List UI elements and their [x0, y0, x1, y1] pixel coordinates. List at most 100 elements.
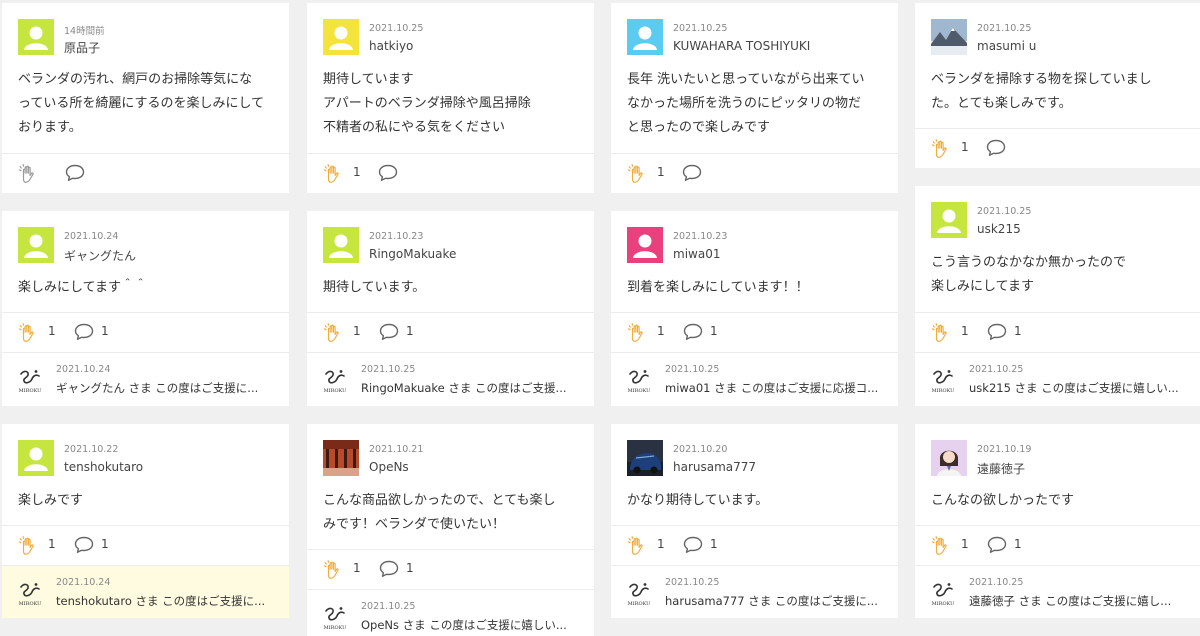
clap-icon[interactable] — [931, 535, 953, 557]
comment-text: 長年 洗いたいと思っていながら出来てい なかった場所を洗うのにピッタリの物だ と思っ… — [627, 72, 865, 135]
clap-count: 1 — [353, 324, 361, 338]
user-name[interactable]: 遠藤徳子 — [977, 460, 1025, 477]
post-date: 14時間前 — [64, 26, 105, 37]
user-avatar[interactable] — [627, 227, 663, 263]
user-name[interactable]: OpeNs — [369, 460, 409, 474]
post-date: 2021.10.25 — [369, 23, 424, 34]
comment-actions: 1 — [915, 128, 1200, 168]
user-name[interactable]: harusama777 — [673, 460, 756, 474]
comment-text: こう言うのなかなか無かったので 楽しみにしてます — [931, 255, 1127, 294]
comment-card: 2021.10.23 RingoMakuake 期待しています。 1 1 MIR… — [307, 211, 594, 406]
user-name[interactable]: 原品子 — [64, 39, 100, 56]
owner-reply[interactable]: MIROKU 2021.10.25 RingoMakuake さま この度はご支… — [307, 352, 594, 406]
user-avatar[interactable] — [627, 440, 663, 476]
comment-card: 2021.10.25 hatkiyo 期待しています アパートのベランダ掃除や風呂… — [307, 3, 594, 193]
clap-icon[interactable] — [323, 559, 345, 581]
user-name[interactable]: masumi u — [977, 39, 1036, 53]
comment-text: こんなの欲しかったです — [931, 493, 1075, 508]
user-avatar[interactable] — [18, 440, 54, 476]
reply-date: 2021.10.25 — [969, 577, 1024, 588]
owner-reply[interactable]: MIROKU 2021.10.25 usk215 さま この度はご支援に嬉しい.… — [915, 352, 1200, 406]
user-name[interactable]: usk215 — [977, 222, 1021, 236]
owner-reply[interactable]: MIROKU 2021.10.25 harusama777 さま この度はご支援… — [611, 565, 898, 618]
comment-actions: 1 1 — [915, 312, 1200, 352]
user-avatar[interactable] — [931, 19, 967, 55]
user-name[interactable]: hatkiyo — [369, 39, 413, 53]
owner-reply[interactable]: MIROKU 2021.10.24 tenshokutaro さま この度はご支… — [2, 565, 289, 618]
user-name[interactable]: tenshokutaro — [64, 460, 143, 474]
reply-text: OpeNs さま この度はご支援に嬉しい... — [361, 618, 567, 632]
clap-icon[interactable] — [18, 163, 40, 185]
owner-reply[interactable]: MIROKU 2021.10.25 OpeNs さま この度はご支援に嬉しい..… — [307, 589, 594, 636]
post-date: 2021.10.25 — [673, 23, 728, 34]
owner-reply[interactable]: MIROKU 2021.10.24 ギャングたん さま この度はご支援に... — [2, 352, 289, 406]
comment-card: 2021.10.25 KUWAHARA TOSHIYUKI 長年 洗いたいと思っ… — [611, 3, 898, 193]
miroku-logo-icon: MIROKU — [321, 366, 349, 394]
post-date: 2021.10.21 — [369, 444, 424, 455]
owner-reply[interactable]: MIROKU 2021.10.25 遠藤徳子 さま この度はご支援に嬉し... — [915, 565, 1200, 618]
clap-count: 1 — [961, 324, 969, 338]
clap-icon[interactable] — [627, 322, 649, 344]
clap-icon[interactable] — [931, 138, 953, 160]
post-date: 2021.10.25 — [977, 206, 1032, 217]
clap-count: 1 — [48, 324, 56, 338]
comment-card: 2021.10.22 tenshokutaro 楽しみです 1 1 MIROKU… — [2, 424, 289, 618]
post-date: 2021.10.24 — [64, 231, 119, 242]
comment-actions: 1 — [611, 153, 898, 193]
clap-icon[interactable] — [18, 535, 40, 557]
reply-text: miwa01 さま この度はご支援に応援コ... — [665, 381, 879, 395]
user-avatar[interactable] — [627, 19, 663, 55]
user-avatar[interactable] — [18, 227, 54, 263]
user-avatar[interactable] — [931, 202, 967, 238]
user-avatar[interactable] — [18, 19, 54, 55]
clap-icon[interactable] — [323, 163, 345, 185]
svg-text:MIROKU: MIROKU — [628, 388, 651, 394]
comment-bubble-icon[interactable] — [377, 163, 399, 183]
user-avatar[interactable] — [323, 19, 359, 55]
user-name[interactable]: ギャングたん — [64, 247, 136, 264]
user-name[interactable]: miwa01 — [673, 247, 720, 261]
clap-count: 1 — [353, 165, 361, 179]
comment-count: 1 — [1014, 537, 1022, 551]
comment-bubble-icon[interactable] — [986, 322, 1008, 342]
post-date: 2021.10.23 — [369, 231, 424, 242]
user-avatar[interactable] — [323, 227, 359, 263]
comment-bubble-icon[interactable] — [681, 163, 703, 183]
comment-bubble-icon[interactable] — [682, 535, 704, 555]
comment-actions: 1 1 — [2, 312, 289, 352]
comment-count: 1 — [406, 324, 414, 338]
svg-text:MIROKU: MIROKU — [324, 625, 347, 631]
comment-bubble-icon[interactable] — [73, 535, 95, 555]
comment-bubble-icon[interactable] — [682, 322, 704, 342]
comment-text: かなり期待しています。 — [627, 493, 769, 508]
comment-card: 2021.10.20 harusama777 かなり期待しています。 1 1 M… — [611, 424, 898, 618]
miroku-logo-icon: MIROKU — [16, 579, 44, 607]
clap-icon[interactable] — [18, 322, 40, 344]
comment-bubble-icon[interactable] — [378, 322, 400, 342]
user-avatar[interactable] — [323, 440, 359, 476]
miroku-logo-icon: MIROKU — [16, 366, 44, 394]
comment-text: 期待しています。 — [323, 280, 426, 295]
comment-bubble-icon[interactable] — [378, 559, 400, 579]
user-avatar[interactable] — [931, 440, 967, 476]
owner-reply[interactable]: MIROKU 2021.10.25 miwa01 さま この度はご支援に応援コ.… — [611, 352, 898, 406]
comment-text: 到着を楽しみにしています！！ — [627, 280, 809, 295]
post-date: 2021.10.23 — [673, 231, 728, 242]
comment-bubble-icon[interactable] — [986, 535, 1008, 555]
svg-text:MIROKU: MIROKU — [19, 388, 42, 394]
comment-actions: 1 1 — [915, 525, 1200, 565]
reply-text: ギャングたん さま この度はご支援に... — [56, 381, 259, 395]
comment-bubble-icon[interactable] — [985, 138, 1007, 158]
clap-count: 1 — [657, 537, 665, 551]
clap-icon[interactable] — [323, 322, 345, 344]
user-name[interactable]: RingoMakuake — [369, 247, 456, 261]
clap-icon[interactable] — [627, 163, 649, 185]
reply-text: 遠藤徳子 さま この度はご支援に嬉し... — [969, 594, 1172, 608]
clap-icon[interactable] — [627, 535, 649, 557]
comment-card: 2021.10.19 遠藤徳子 こんなの欲しかったです 1 1 MIROKU 2… — [915, 424, 1200, 618]
comment-bubble-icon[interactable] — [64, 163, 86, 183]
clap-icon[interactable] — [931, 322, 953, 344]
comment-actions: 1 — [307, 153, 594, 193]
user-name[interactable]: KUWAHARA TOSHIYUKI — [673, 39, 810, 53]
comment-bubble-icon[interactable] — [73, 322, 95, 342]
